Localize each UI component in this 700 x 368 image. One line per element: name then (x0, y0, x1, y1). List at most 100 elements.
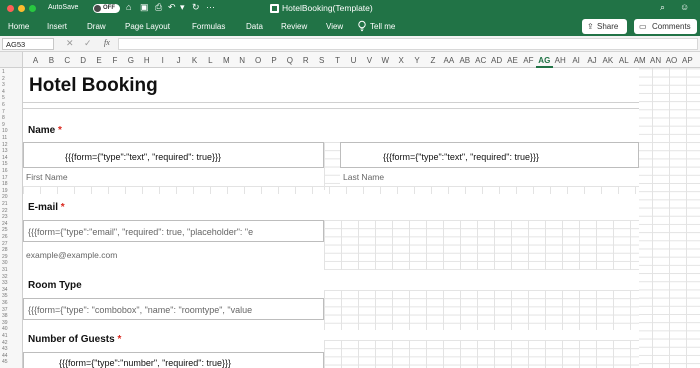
row-header[interactable]: 12 (2, 142, 8, 148)
column-header[interactable]: Q (281, 56, 298, 65)
column-header[interactable]: AO (663, 56, 680, 65)
row-header[interactable]: 28 (2, 247, 8, 253)
more-icon[interactable]: ··· (206, 2, 215, 12)
column-header[interactable]: Z (425, 56, 442, 65)
tab-page-layout[interactable]: Page Layout (125, 22, 170, 31)
column-header[interactable]: L (202, 56, 219, 65)
first-name-field[interactable]: {{{form={"type":"text", "required": true… (23, 142, 324, 168)
redo-icon[interactable]: ↻ (192, 2, 200, 13)
row-header[interactable]: 39 (2, 320, 8, 326)
tab-review[interactable]: Review (281, 22, 307, 31)
column-header[interactable]: F (107, 56, 124, 65)
row-header[interactable]: 24 (2, 221, 8, 227)
column-header[interactable]: W (377, 56, 394, 65)
column-header[interactable]: AH (552, 56, 569, 65)
column-header[interactable]: D (75, 56, 92, 65)
column-header[interactable]: C (59, 56, 76, 65)
row-header[interactable]: 2 (2, 76, 5, 82)
column-header[interactable]: AP (679, 56, 696, 65)
column-header[interactable]: AJ (584, 56, 601, 65)
column-header[interactable]: S (313, 56, 330, 65)
column-header[interactable]: P (266, 56, 283, 65)
row-header[interactable]: 43 (2, 346, 8, 352)
column-header[interactable]: Y (409, 56, 426, 65)
column-header[interactable]: X (393, 56, 410, 65)
search-icon[interactable]: ⌕ (660, 2, 665, 13)
column-header[interactable]: AD (488, 56, 505, 65)
tell-me-search[interactable]: Tell me (370, 22, 395, 31)
row-header[interactable]: 11 (2, 135, 7, 141)
row-header[interactable]: 38 (2, 313, 8, 319)
minimize-window-button[interactable] (18, 5, 25, 12)
row-header[interactable]: 29 (2, 254, 8, 260)
column-header[interactable]: AN (647, 56, 664, 65)
tab-formulas[interactable]: Formulas (192, 22, 225, 31)
column-header[interactable]: I (154, 56, 171, 65)
row-header[interactable]: 10 (2, 128, 8, 134)
undo-icon[interactable]: ↶ (168, 2, 176, 13)
column-header[interactable]: E (91, 56, 108, 65)
row-header[interactable]: 22 (2, 208, 8, 214)
column-header[interactable]: J (170, 56, 187, 65)
column-header[interactable]: AC (472, 56, 489, 65)
row-header[interactable]: 6 (2, 102, 5, 108)
row-header[interactable]: 17 (2, 175, 8, 181)
row-header[interactable]: 30 (2, 260, 8, 266)
row-header[interactable]: 26 (2, 234, 8, 240)
column-header[interactable]: AB (456, 56, 473, 65)
tab-data[interactable]: Data (246, 22, 263, 31)
column-header[interactable]: V (361, 56, 378, 65)
column-header[interactable]: O (250, 56, 267, 65)
row-header[interactable]: 27 (2, 241, 8, 247)
column-header[interactable]: AE (504, 56, 521, 65)
row-header[interactable]: 35 (2, 293, 8, 299)
row-header[interactable]: 16 (2, 168, 8, 174)
cancel-icon[interactable]: ✕ (66, 38, 74, 49)
row-header[interactable]: 7 (2, 109, 5, 115)
row-header[interactable]: 9 (2, 122, 5, 128)
row-header[interactable]: 20 (2, 194, 8, 200)
row-header[interactable]: 34 (2, 287, 8, 293)
row-header[interactable]: 8 (2, 115, 5, 121)
column-header[interactable]: H (138, 56, 155, 65)
row-header[interactable]: 18 (2, 181, 8, 187)
undo-dropdown-icon[interactable]: ▾ (180, 2, 185, 13)
column-header[interactable]: M (218, 56, 235, 65)
row-header[interactable]: 37 (2, 307, 8, 313)
formula-input[interactable] (118, 38, 698, 50)
row-header[interactable]: 41 (2, 333, 8, 339)
zoom-window-button[interactable] (29, 5, 36, 12)
insert-function-icon[interactable]: fx (104, 38, 110, 47)
tab-insert[interactable]: Insert (47, 22, 67, 31)
room-type-select[interactable]: {{{form={"type": "combobox", "name": "ro… (23, 298, 324, 320)
enter-icon[interactable]: ✓ (84, 38, 92, 49)
row-header[interactable]: 36 (2, 300, 8, 306)
row-header[interactable]: 42 (2, 340, 8, 346)
row-header[interactable]: 23 (2, 214, 8, 220)
column-header[interactable]: AK (599, 56, 616, 65)
home-icon[interactable]: ⌂ (126, 2, 131, 12)
comments-button[interactable]: ▭ Comments (634, 19, 697, 34)
row-header[interactable]: 33 (2, 280, 8, 286)
tab-home[interactable]: Home (8, 22, 29, 31)
print-icon[interactable]: ⎙ (155, 2, 162, 13)
name-box[interactable]: AG53 (2, 38, 54, 50)
select-all-corner[interactable] (0, 52, 23, 68)
column-header[interactable]: K (186, 56, 203, 65)
row-header[interactable]: 4 (2, 89, 5, 95)
save-icon[interactable]: ▣ (140, 2, 149, 13)
last-name-field[interactable]: {{{form={"type":"text", "required": true… (340, 142, 639, 168)
column-header[interactable]: G (122, 56, 139, 65)
row-header[interactable]: 15 (2, 161, 8, 167)
column-header[interactable]: AG (535, 56, 553, 68)
column-header[interactable]: AF (520, 56, 537, 65)
column-header[interactable]: AA (440, 56, 457, 65)
row-header[interactable]: 5 (2, 95, 5, 101)
column-header[interactable]: N (234, 56, 251, 65)
row-header[interactable]: 32 (2, 274, 8, 280)
row-header[interactable]: 21 (2, 201, 8, 207)
column-header[interactable]: T (329, 56, 346, 65)
guests-field[interactable]: {{{form={"type":"number", "required": tr… (23, 352, 324, 368)
email-field[interactable]: {{{form={"type":"email", "required": tru… (23, 220, 324, 242)
row-header[interactable]: 13 (2, 148, 8, 154)
